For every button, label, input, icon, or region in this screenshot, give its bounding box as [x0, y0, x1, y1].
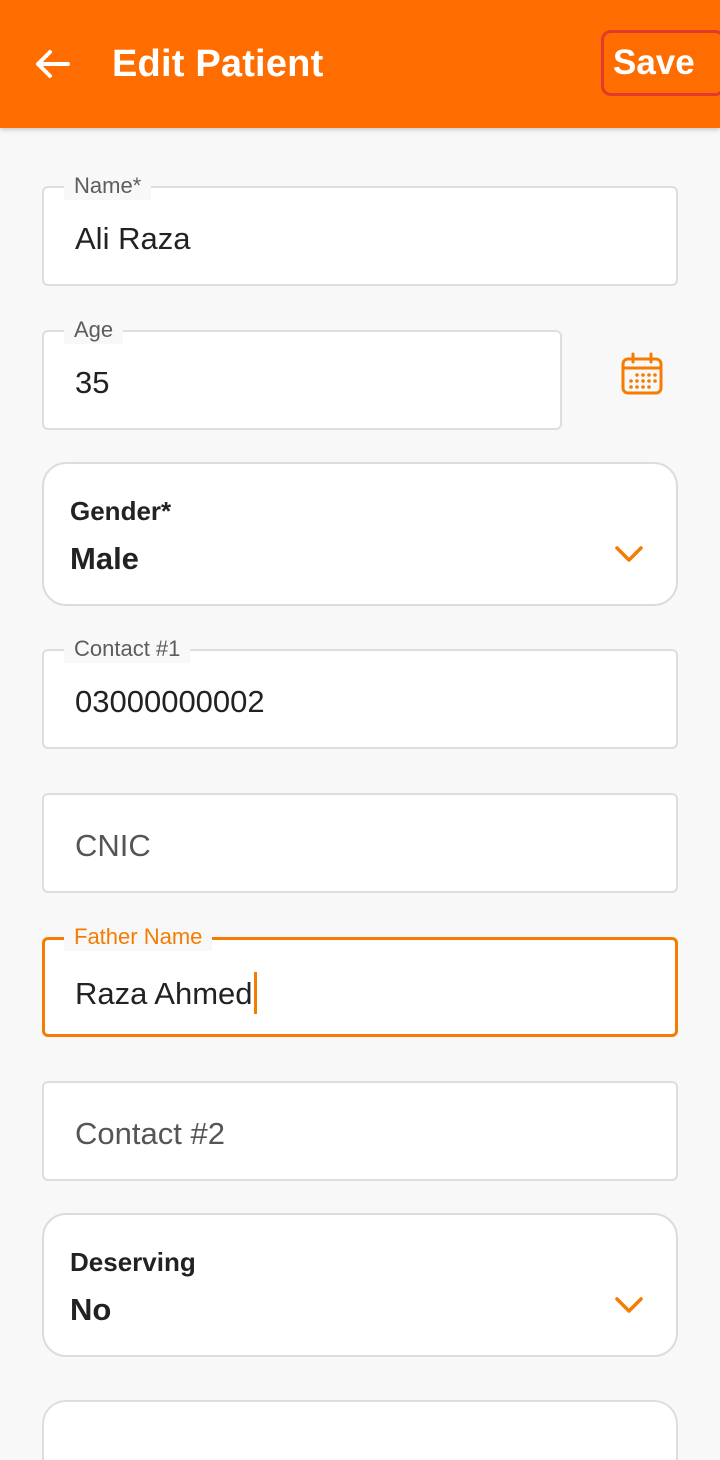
contact2-placeholder: Contact #2: [75, 1116, 225, 1151]
back-button[interactable]: [30, 42, 74, 86]
page-title: Edit Patient: [112, 43, 324, 85]
gender-value: Male: [70, 541, 139, 576]
calendar-icon: [621, 352, 663, 395]
father-name-value: Raza Ahmed: [75, 972, 257, 1014]
contact2-field[interactable]: Contact #2: [42, 1081, 678, 1181]
father-name-label: Father Name: [64, 923, 213, 951]
text-cursor: [253, 972, 257, 1014]
calendar-button[interactable]: [614, 346, 670, 402]
contact1-value: 03000000002: [75, 684, 265, 719]
cnic-field[interactable]: CNIC: [42, 793, 678, 893]
name-value: Ali Raza: [75, 221, 191, 256]
name-label: Name*: [64, 172, 152, 200]
name-field[interactable]: Name* Ali Raza: [42, 172, 678, 286]
cnic-placeholder: CNIC: [75, 828, 151, 863]
deserving-label: Deserving: [70, 1247, 196, 1277]
deserving-value: No: [70, 1292, 112, 1327]
age-value: 35: [75, 365, 110, 400]
father-name-text: Raza Ahmed: [75, 976, 253, 1011]
contact1-label: Contact #1: [64, 635, 191, 663]
age-field[interactable]: Age 35: [42, 316, 562, 430]
father-name-field[interactable]: Father Name Raza Ahmed: [42, 923, 678, 1037]
arrow-left-icon: [36, 50, 70, 78]
age-label: Age: [64, 316, 124, 344]
save-button[interactable]: Save: [601, 30, 720, 96]
contact1-field[interactable]: Contact #1 03000000002: [42, 635, 678, 749]
app-bar: Edit Patient Save: [0, 0, 720, 128]
gender-label: Gender*: [70, 496, 172, 526]
next-field-partial[interactable]: [42, 1400, 678, 1460]
deserving-dropdown[interactable]: Deserving No: [42, 1213, 678, 1357]
gender-dropdown[interactable]: Gender* Male: [42, 462, 678, 606]
chevron-down-icon: [615, 1297, 643, 1313]
chevron-down-icon: [615, 546, 643, 562]
